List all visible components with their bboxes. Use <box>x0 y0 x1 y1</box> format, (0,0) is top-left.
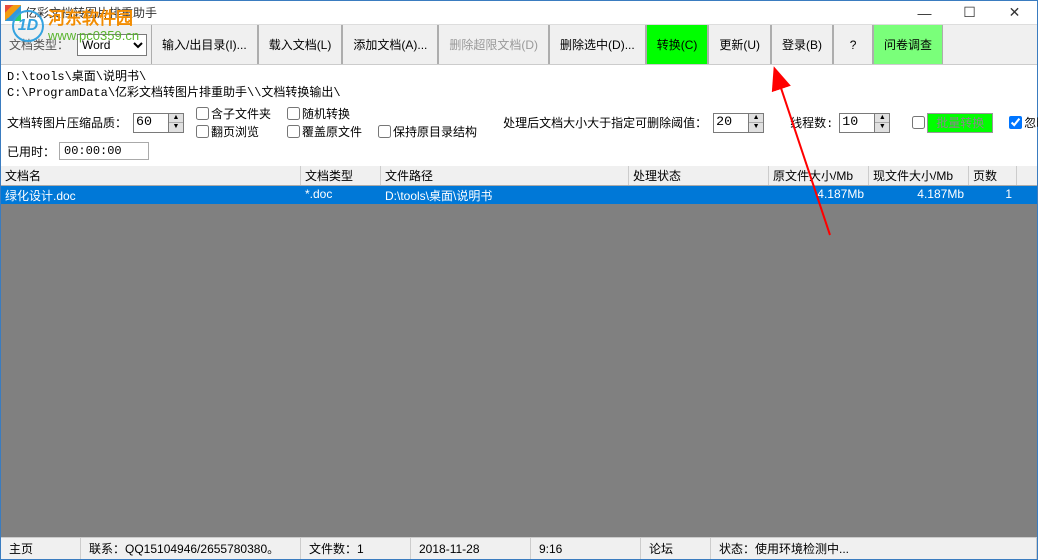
table-row[interactable]: 绿化设计.doc *.doc D:\tools\桌面\说明书 4.187Mb 4… <box>1 186 1037 204</box>
app-icon <box>5 5 21 21</box>
random-label: 随机转换 <box>302 105 350 122</box>
file-table: 文档名 文档类型 文件路径 处理状态 原文件大小/Mb 现文件大小/Mb 页数 … <box>1 166 1037 537</box>
del-over-button[interactable]: 删除超限文档(D) <box>438 25 549 64</box>
quality-down-icon[interactable]: ▼ <box>169 123 183 132</box>
cell-status <box>629 186 769 204</box>
subfolders-label: 含子文件夹 <box>211 105 271 122</box>
threshold-up-icon[interactable]: ▲ <box>749 114 763 123</box>
col-header-status[interactable]: 处理状态 <box>629 166 769 185</box>
batch-convert-button[interactable]: 批量转换 <box>927 113 993 133</box>
titlebar: 亿彩文档转图片排重助手 — ☐ ✕ <box>1 1 1037 25</box>
flip-checkbox[interactable] <box>196 125 209 138</box>
threshold-spinner[interactable]: ▲ ▼ <box>749 113 764 133</box>
input-path: D:\tools\桌面\说明书\ <box>7 69 1031 85</box>
survey-button[interactable]: 问卷调查 <box>873 25 943 64</box>
threshold-input[interactable] <box>713 113 749 133</box>
col-header-name[interactable]: 文档名 <box>1 166 301 185</box>
col-header-type[interactable]: 文档类型 <box>301 166 381 185</box>
subfolders-checkbox[interactable] <box>196 107 209 120</box>
update-button[interactable]: 更新(U) <box>708 25 771 64</box>
toolbar: 文档类型： Word 输入/出目录(I)... 载入文档(L) 添加文档(A).… <box>1 25 1037 65</box>
batch-checkbox[interactable] <box>912 116 925 129</box>
status-message: 状态：使用环境检测中... <box>711 538 1037 559</box>
col-header-path[interactable]: 文件路径 <box>381 166 629 185</box>
flip-label: 翻页浏览 <box>211 123 259 140</box>
status-date: 2018-11-28 <box>411 538 531 559</box>
cell-origsize: 4.187Mb <box>769 186 869 204</box>
help-button[interactable]: ? <box>833 25 873 64</box>
quality-spinner[interactable]: ▲ ▼ <box>169 113 184 133</box>
doc-type-select[interactable]: Word <box>77 34 147 56</box>
overwrite-label: 覆盖原文件 <box>302 123 362 140</box>
col-header-origsize[interactable]: 原文件大小/Mb <box>769 166 869 185</box>
quality-label: 文档转图片压缩品质： <box>7 114 127 131</box>
quality-up-icon[interactable]: ▲ <box>169 114 183 123</box>
add-doc-button[interactable]: 添加文档(A)... <box>342 25 438 64</box>
maximize-button[interactable]: ☐ <box>947 1 992 25</box>
close-button[interactable]: ✕ <box>992 1 1037 25</box>
status-forum[interactable]: 论坛 <box>641 538 711 559</box>
col-header-newsize[interactable]: 现文件大小/Mb <box>869 166 969 185</box>
threshold-down-icon[interactable]: ▼ <box>749 123 763 132</box>
ignore-pagecode-checkbox[interactable] <box>1009 116 1022 129</box>
overwrite-checkbox[interactable] <box>287 125 300 138</box>
io-dir-button[interactable]: 输入/出目录(I)... <box>151 25 258 64</box>
elapsed-value: 00:00:00 <box>59 142 149 160</box>
threads-input[interactable] <box>839 113 875 133</box>
login-button[interactable]: 登录(B) <box>771 25 833 64</box>
output-path: C:\ProgramData\亿彩文档转图片排重助手\\文档转换输出\ <box>7 85 1031 101</box>
threshold-label: 处理后文档大小大于指定可删除阈值： <box>503 114 707 131</box>
threads-label: 线程数: <box>790 114 833 131</box>
window-title: 亿彩文档转图片排重助手 <box>25 4 157 21</box>
doc-type-label: 文档类型： <box>1 25 73 64</box>
cell-type: *.doc <box>301 186 381 204</box>
random-checkbox[interactable] <box>287 107 300 120</box>
cell-path: D:\tools\桌面\说明书 <box>381 186 629 204</box>
statusbar: 主页 联系：QQ15104946/2655780380。 文件数：1 2018-… <box>1 537 1037 559</box>
threads-down-icon[interactable]: ▼ <box>875 123 889 132</box>
threads-spinner[interactable]: ▲ ▼ <box>875 113 890 133</box>
col-header-pages[interactable]: 页数 <box>969 166 1017 185</box>
cell-newsize: 4.187Mb <box>869 186 969 204</box>
minimize-button[interactable]: — <box>902 1 947 25</box>
cell-name: 绿化设计.doc <box>1 186 301 204</box>
cell-pages: 1 <box>969 186 1017 204</box>
quality-input[interactable] <box>133 113 169 133</box>
elapsed-label: 已用时： <box>7 143 55 160</box>
status-time: 9:16 <box>531 538 641 559</box>
load-doc-button[interactable]: 载入文档(L) <box>258 25 343 64</box>
convert-button[interactable]: 转换(C) <box>646 25 709 64</box>
threads-up-icon[interactable]: ▲ <box>875 114 889 123</box>
ignore-pagecode-label: 忽略页码 <box>1024 114 1038 131</box>
status-home[interactable]: 主页 <box>1 538 81 559</box>
keepstructure-checkbox[interactable] <box>378 125 391 138</box>
status-contact: 联系：QQ15104946/2655780380。 <box>81 538 301 559</box>
del-selected-button[interactable]: 删除选中(D)... <box>549 25 646 64</box>
status-filecount: 文件数：1 <box>301 538 411 559</box>
keepstructure-label: 保持原目录结构 <box>393 123 477 140</box>
